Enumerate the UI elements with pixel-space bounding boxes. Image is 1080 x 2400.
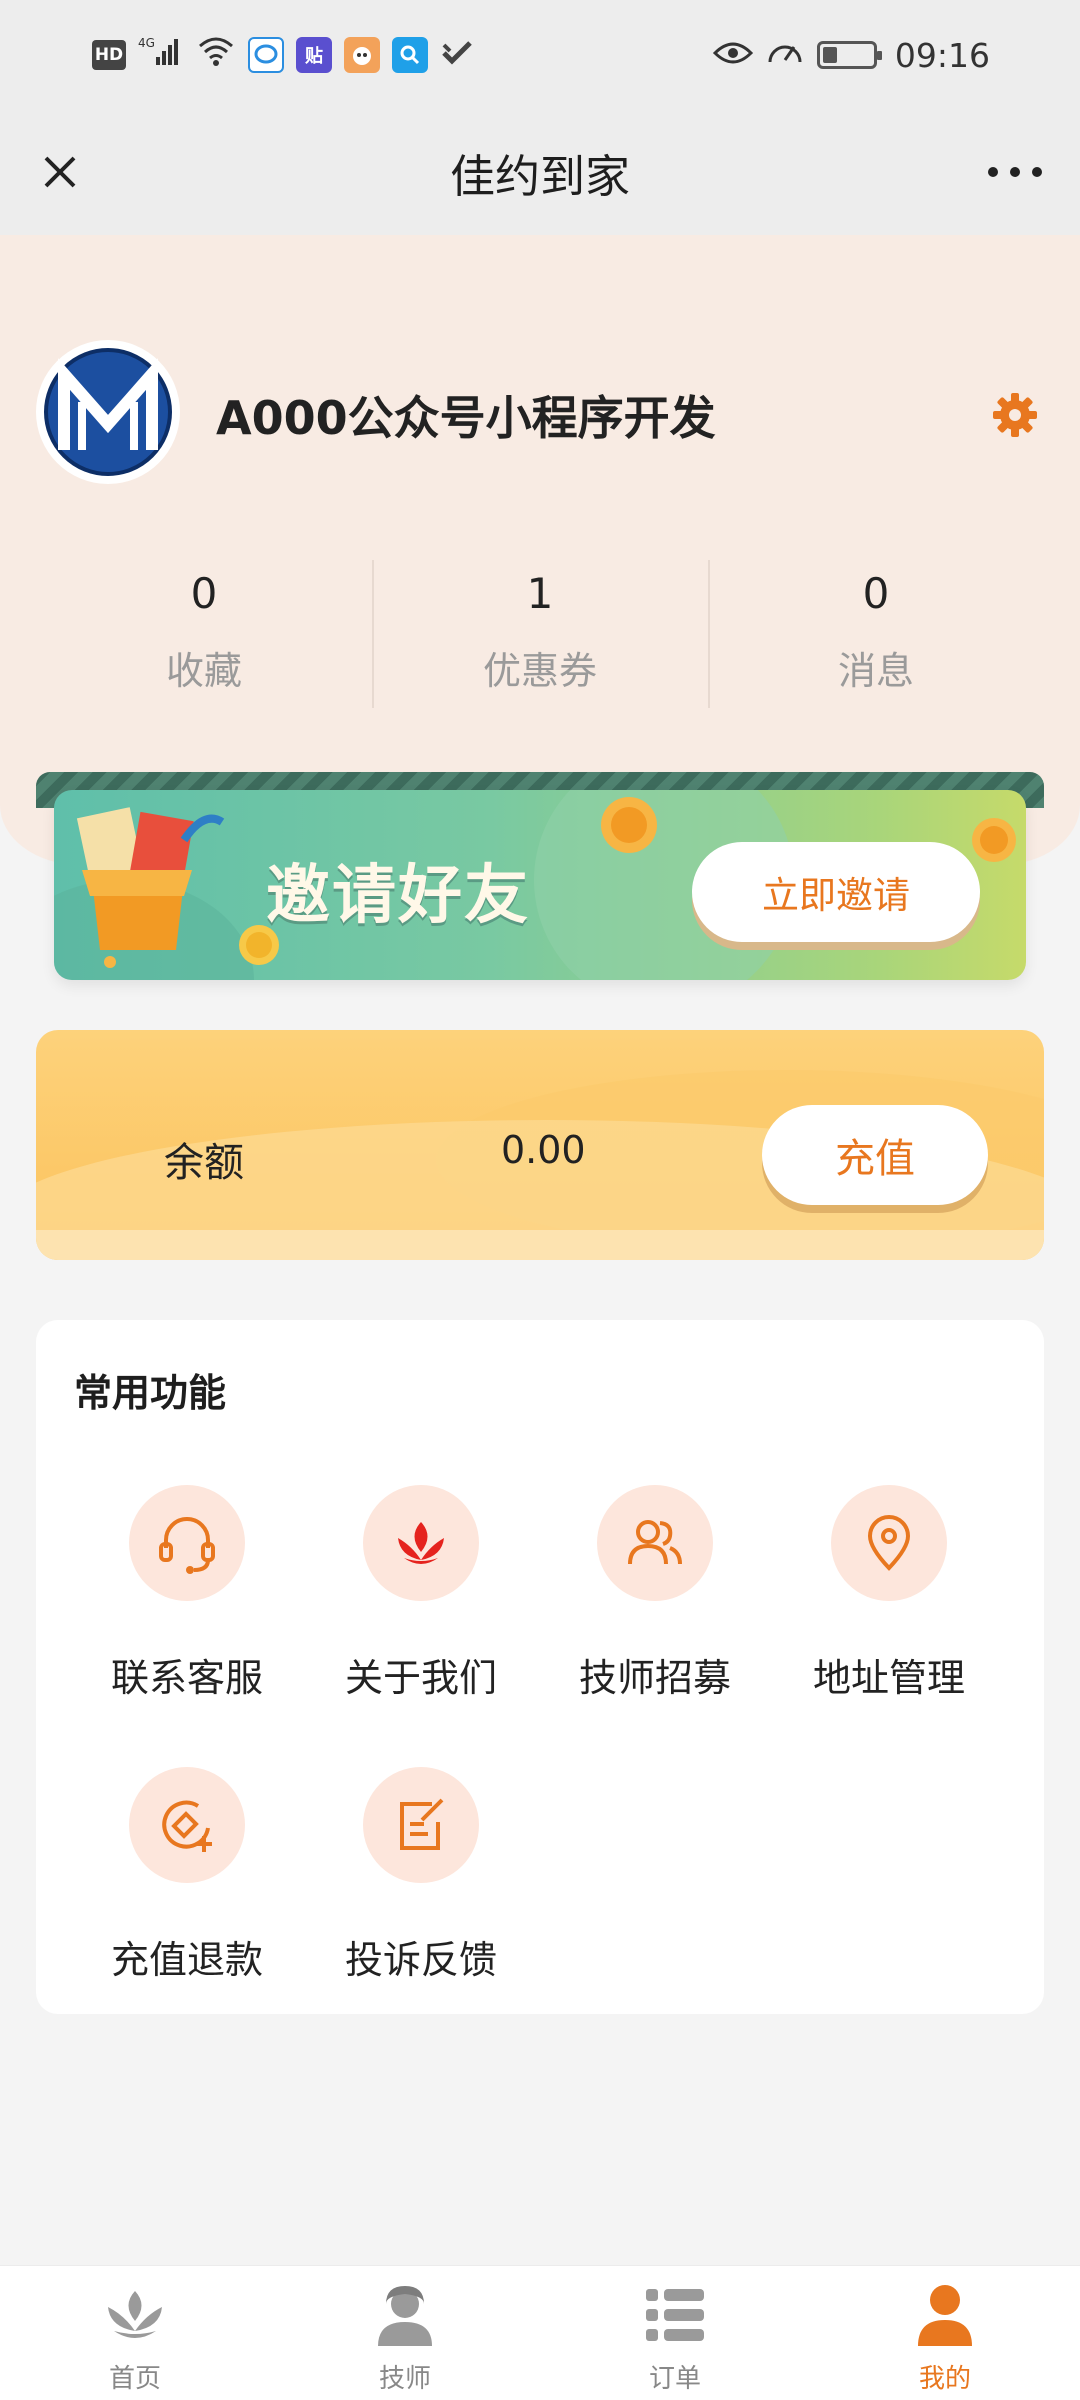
- search-app-icon: [392, 37, 428, 73]
- func-label: 地址管理: [812, 1656, 965, 1700]
- tab-label: 首页: [108, 2364, 161, 2394]
- gift-box-icon: [76, 807, 225, 968]
- status-bar: HD 4G 贴 09:16: [0, 0, 1080, 110]
- coin-icon: [601, 797, 657, 853]
- tab-technician[interactable]: 技师: [270, 2266, 540, 2400]
- func-address-manage[interactable]: 地址管理: [772, 1485, 1006, 1715]
- nav-bar: 佳约到家: [0, 110, 1080, 235]
- card-bottom-edge: [36, 1230, 1044, 1260]
- lotus-icon: [363, 1485, 479, 1601]
- func-label: 充值退款: [110, 1938, 263, 1982]
- more-icon[interactable]: [980, 142, 1050, 202]
- func-technician-recruit[interactable]: 技师招募: [538, 1485, 772, 1715]
- recharge-refund-icon: [129, 1767, 245, 1883]
- username: A000公众号小程序开发: [216, 391, 716, 445]
- func-label: 技师招募: [578, 1656, 731, 1700]
- invite-banner[interactable]: 邀请好友 立即邀请: [54, 790, 1026, 980]
- tab-mine[interactable]: 我的: [810, 2266, 1080, 2400]
- hd-icon: HD: [92, 40, 126, 70]
- eye-icon: [712, 36, 754, 75]
- lotus-icon: [100, 2280, 170, 2350]
- user-icon: [910, 2280, 980, 2350]
- recharge-button[interactable]: 充值: [762, 1105, 988, 1205]
- tab-orders[interactable]: 订单: [540, 2266, 810, 2400]
- status-icons-right: 09:16: [712, 34, 990, 76]
- section-title: 常用功能: [74, 1371, 227, 1415]
- stat-label: 优惠券: [482, 649, 597, 693]
- tab-label: 技师: [378, 2364, 431, 2394]
- svg-text:4G: 4G: [138, 36, 155, 50]
- balance-label: 余额: [164, 1140, 244, 1186]
- func-label: 关于我们: [344, 1656, 497, 1700]
- battery-icon: [816, 41, 882, 69]
- func-label: 投诉反馈: [344, 1938, 497, 1982]
- common-functions-card: 常用功能 联系客服 关于我们 技师招募 地址管理 充值退款 投诉反馈: [36, 1320, 1044, 2014]
- coin-icon: [972, 818, 1016, 862]
- stat-favorites[interactable]: 0 收藏: [36, 560, 372, 710]
- avatar-logo-icon: [44, 348, 172, 476]
- func-label: 联系客服: [110, 1656, 263, 1700]
- status-icons-left: HD 4G 贴: [92, 33, 474, 77]
- headset-icon: [129, 1485, 245, 1601]
- avatar[interactable]: [36, 340, 180, 484]
- check-app-icon: [440, 36, 474, 75]
- bottom-tab-bar: 首页 技师 订单 我的: [0, 2265, 1080, 2400]
- signal-4g-icon: 4G: [138, 33, 184, 77]
- func-contact-service[interactable]: 联系客服: [70, 1485, 304, 1715]
- speed-icon: [765, 34, 805, 76]
- page-title: 佳约到家: [449, 150, 630, 203]
- message-app-icon: [248, 37, 284, 73]
- balance-value: 0.00: [501, 1128, 586, 1172]
- stat-value: 0: [862, 569, 890, 618]
- tab-home[interactable]: 首页: [0, 2266, 270, 2400]
- profile-header: [0, 235, 1080, 865]
- status-time: 09:16: [894, 35, 990, 75]
- list-icon: [640, 2280, 710, 2350]
- location-pin-icon: [831, 1485, 947, 1601]
- func-recharge-refund[interactable]: 充值退款: [70, 1767, 304, 1997]
- profile-stats: 0 收藏 1 优惠券 0 消息: [36, 560, 1044, 710]
- stat-label: 收藏: [165, 649, 242, 693]
- func-about-us[interactable]: 关于我们: [304, 1485, 538, 1715]
- tab-label: 我的: [918, 2364, 971, 2394]
- tieba-app-icon: 贴: [296, 37, 332, 73]
- close-icon[interactable]: [30, 142, 90, 202]
- stat-label: 消息: [837, 649, 914, 693]
- gear-icon[interactable]: [990, 390, 1040, 440]
- func-complaint-feedback[interactable]: 投诉反馈: [304, 1767, 538, 1997]
- invite-title: 邀请好友: [266, 859, 530, 933]
- cartoon-app-icon: [344, 37, 380, 73]
- wifi-icon: [196, 34, 236, 76]
- users-icon: [597, 1485, 713, 1601]
- edit-note-icon: [363, 1767, 479, 1883]
- invite-now-button[interactable]: 立即邀请: [692, 842, 980, 942]
- balance-card: 余额 0.00 充值: [36, 1030, 1044, 1260]
- tab-label: 订单: [648, 2364, 701, 2394]
- technician-icon: [370, 2280, 440, 2350]
- stat-value: 1: [526, 569, 554, 618]
- stat-value: 0: [190, 569, 218, 618]
- stat-messages[interactable]: 0 消息: [708, 560, 1044, 710]
- stat-coupons[interactable]: 1 优惠券: [372, 560, 708, 710]
